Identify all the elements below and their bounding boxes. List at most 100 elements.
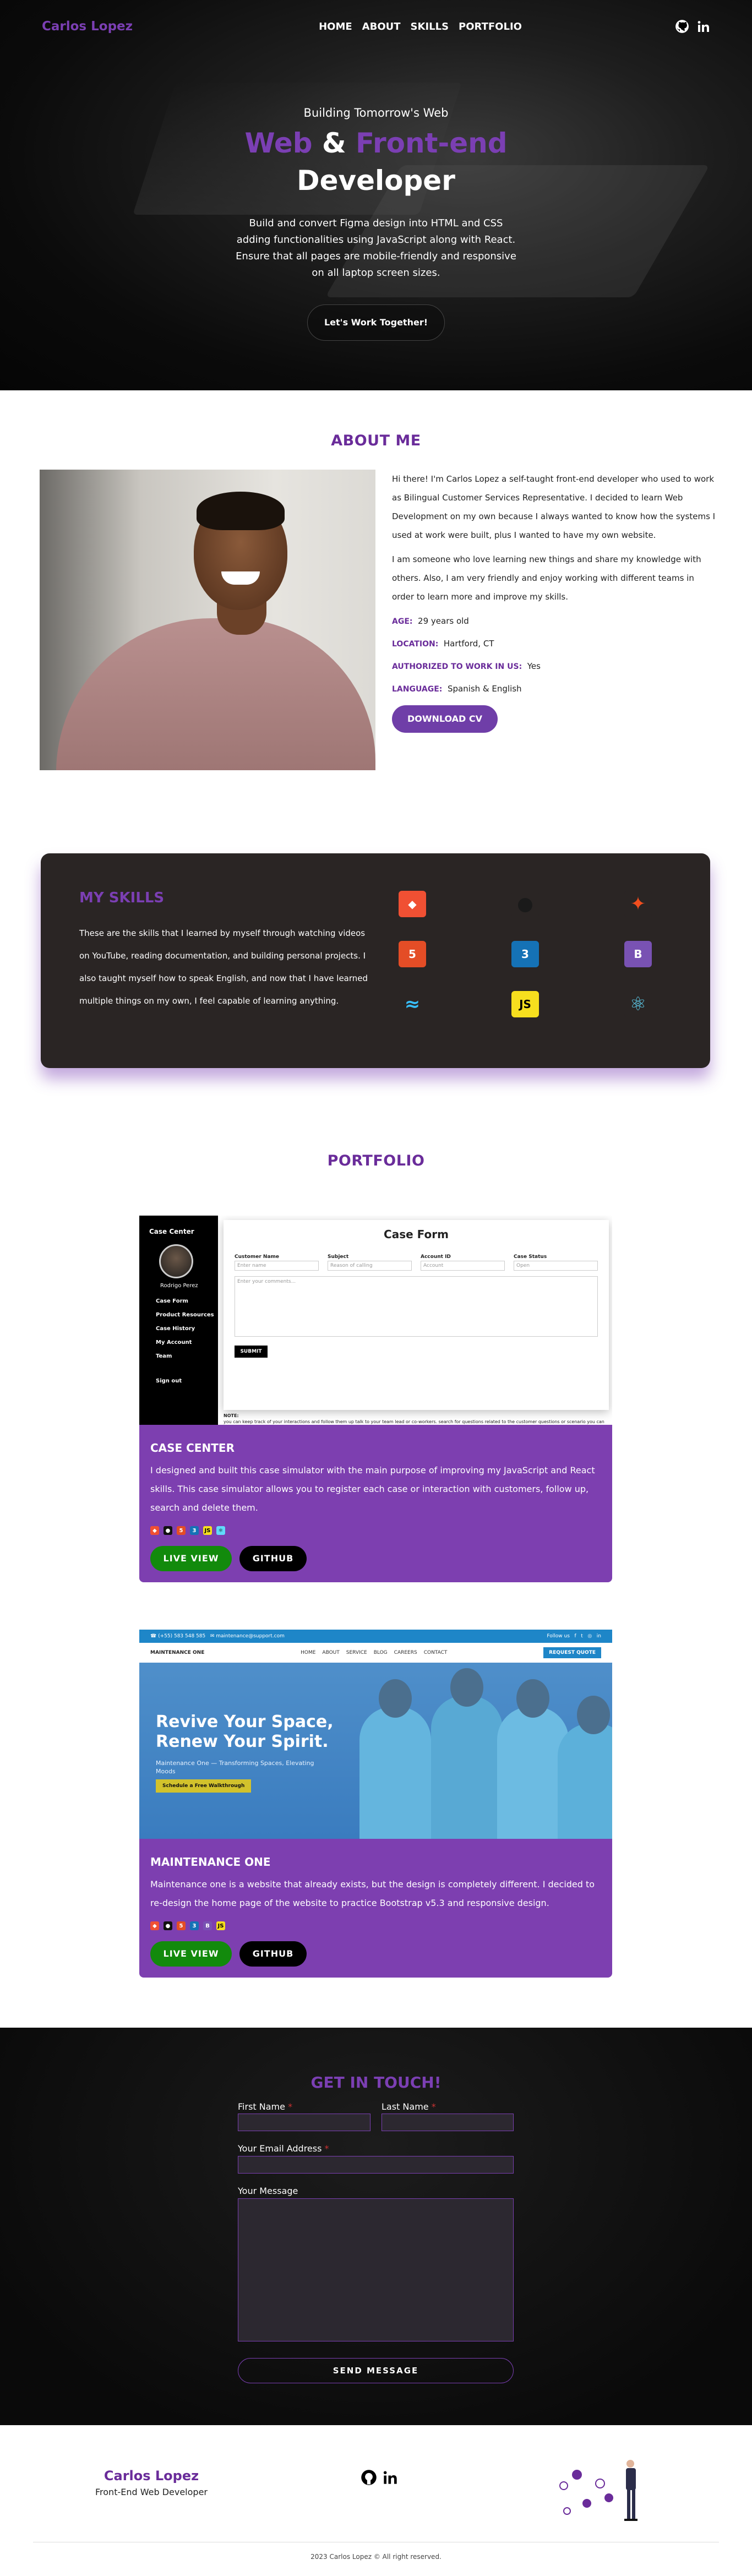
cc-sidebar-title: Case Center (149, 1228, 194, 1235)
portfolio-title: PORTFOLIO (327, 1152, 425, 1169)
send-message-button[interactable]: SEND MESSAGE (238, 2358, 514, 2383)
info-location: LOCATION: Hartford, CT (392, 639, 494, 649)
nav-link-home[interactable]: HOME (319, 21, 352, 32)
footer-subtitle: Front-End Web Developer (95, 2487, 208, 2497)
mo-quote-button: REQUEST QUOTE (543, 1647, 601, 1658)
case-center-screenshot[interactable]: Case Center Rodrigo Perez Case Form Prod… (139, 1216, 612, 1425)
maintenance-one-screenshot[interactable]: ☎ (+55) 583 548 585 ✉ maintenance@suppor… (139, 1630, 612, 1839)
cc-comments-box: Enter your comments... (235, 1276, 598, 1337)
info-age: AGE: 29 years old (392, 616, 469, 626)
lets-work-together-button[interactable]: Let's Work Together! (307, 304, 445, 341)
nav-link-about[interactable]: ABOUT (362, 21, 401, 32)
mail-icon: ✉ (210, 1633, 215, 1639)
mo-headline: Revive Your Space, Renew Your Spirit. (156, 1712, 334, 1751)
cc-menu-item: My Account (156, 1339, 192, 1346)
hero-title-developer: Developer (297, 165, 455, 197)
about-title: ABOUT ME (331, 432, 421, 449)
copyright: 2023 Carlos Lopez © All right reserved. (310, 2553, 442, 2561)
hero-section: Building Tomorrow's Web Web & Front-end … (0, 0, 752, 390)
case-center-github-button[interactable]: GITHUB (239, 1546, 307, 1571)
cc-sidebar: Case Center Rodrigo Perez Case Form Prod… (139, 1216, 218, 1425)
react-icon: ⚛ (216, 1526, 225, 1535)
css3-icon: 3 (511, 941, 539, 967)
hero-title-line-1: Web & Front-end (0, 125, 752, 161)
last-name-label: Last Name * (382, 2101, 436, 2112)
last-name-input[interactable] (382, 2114, 514, 2131)
project-body: MAINTENANCE ONE Maintenance one is a web… (139, 1839, 612, 1978)
hero-kicker: Building Tomorrow's Web (303, 106, 449, 119)
bootstrap-icon: B (203, 1921, 212, 1930)
html5-icon: 5 (399, 941, 426, 967)
cc-menu-item: Case Form (156, 1298, 188, 1304)
project-title: MAINTENANCE ONE (150, 1855, 271, 1869)
cc-field-box: Account (421, 1261, 505, 1271)
css3-icon: 3 (190, 1526, 199, 1535)
cc-field-label: Account ID (421, 1254, 451, 1260)
brand-logo[interactable]: Carlos Lopez (42, 19, 133, 34)
html5-icon: 5 (177, 1526, 186, 1535)
project-description: Maintenance one is a website that alread… (150, 1879, 595, 1908)
github-icon: ● (511, 891, 539, 917)
nav-link-portfolio[interactable]: PORTFOLIO (459, 21, 522, 32)
linkedin-icon[interactable] (383, 2470, 398, 2485)
skills-card: MY SKILLS These are the skills that I le… (41, 853, 710, 1068)
footer-brand: Carlos Lopez (103, 2468, 199, 2484)
project-card-maintenance-one: ☎ (+55) 583 548 585 ✉ maintenance@suppor… (139, 1630, 612, 1978)
maintenance-one-live-view-button[interactable]: LIVE VIEW (150, 1941, 232, 1967)
project-tech-tags: ◆ ● 5 3 JS ⚛ (150, 1526, 601, 1535)
message-label: Your Message (238, 2186, 298, 2196)
nav-link-skills[interactable]: SKILLS (411, 21, 449, 32)
contact-section: GET IN TOUCH! First Name * Last Name * Y… (0, 2028, 752, 2425)
first-name-input[interactable] (238, 2114, 370, 2131)
cc-menu-item: Product Resources (156, 1312, 214, 1318)
tailwind-icon: ≈ (399, 991, 426, 1017)
cc-form-panel: Case Form Customer Name Enter name Subjec… (224, 1220, 609, 1410)
mo-navbar: MAINTENANCE ONE HOME ABOUT SERVICE BLOG … (139, 1643, 612, 1663)
email-input[interactable] (238, 2156, 514, 2174)
mo-hero: Revive Your Space, Renew Your Spirit. Ma… (139, 1663, 612, 1839)
hero-description: Build and convert Figma design into HTML… (236, 217, 516, 279)
github-icon: ● (164, 1921, 172, 1930)
cc-menu-item: Team (156, 1353, 172, 1359)
skills-description: These are the skills that I learned by m… (79, 928, 368, 1006)
cc-note: NOTE: you can keep track of your interact… (224, 1413, 604, 1424)
cc-field-label: Customer Name (235, 1254, 279, 1260)
git-icon: ◆ (150, 1526, 159, 1535)
javascript-icon: JS (511, 991, 539, 1017)
maintenance-one-github-button[interactable]: GITHUB (239, 1941, 307, 1967)
github-icon[interactable] (361, 2469, 377, 2486)
about-text: Hi there! I'm Carlos Lopez a self-taught… (392, 470, 717, 733)
project-card-case-center: Case Center Rodrigo Perez Case Form Prod… (139, 1216, 612, 1582)
linkedin-icon[interactable] (697, 20, 710, 33)
skills-title: MY SKILLS (79, 890, 165, 906)
download-cv-button[interactable]: DOWNLOAD CV (392, 705, 498, 733)
git-icon: ◆ (150, 1921, 159, 1930)
mo-logo: MAINTENANCE ONE (150, 1650, 205, 1655)
about-paragraph-2: I am someone who love learning new thing… (392, 554, 701, 602)
nav-menu: HOME ABOUT SKILLS PORTFOLIO (319, 21, 522, 32)
html5-icon: 5 (177, 1921, 186, 1930)
about-paragraph-1: Hi there! I'm Carlos Lopez a self-taught… (392, 474, 716, 540)
case-center-live-view-button[interactable]: LIVE VIEW (150, 1546, 232, 1571)
contact-title: GET IN TOUCH! (310, 2073, 442, 2092)
figma-icon: ✦ (624, 891, 652, 917)
footer: Carlos Lopez Front-End Web Developer 202… (0, 2425, 752, 2576)
github-icon[interactable] (675, 19, 689, 34)
developer-illustration-icon (559, 2460, 637, 2521)
mo-subheadline: Maintenance One — Transforming Spaces, E… (156, 1760, 314, 1775)
github-icon: ● (164, 1526, 172, 1535)
project-body: CASE CENTER I designed and built this ca… (139, 1425, 612, 1582)
git-icon: ◆ (399, 891, 426, 917)
top-nav: Carlos Lopez HOME ABOUT SKILLS PORTFOLIO (0, 0, 752, 53)
hero-title-frontend: Front-end (356, 127, 508, 159)
cc-field-box: Open (514, 1261, 598, 1271)
hero-title-amp: & (321, 127, 346, 159)
cc-signout: Sign out (156, 1378, 182, 1384)
project-description: I designed and built this case simulator… (150, 1465, 595, 1513)
react-icon: ⚛ (624, 991, 652, 1017)
mo-cta: Schedule a Free Walkthrough (156, 1779, 252, 1793)
cc-submit-button: SUBMIT (235, 1346, 268, 1358)
message-textarea[interactable] (238, 2198, 514, 2341)
cc-field-label: Case Status (514, 1254, 547, 1260)
javascript-icon: JS (203, 1526, 212, 1535)
